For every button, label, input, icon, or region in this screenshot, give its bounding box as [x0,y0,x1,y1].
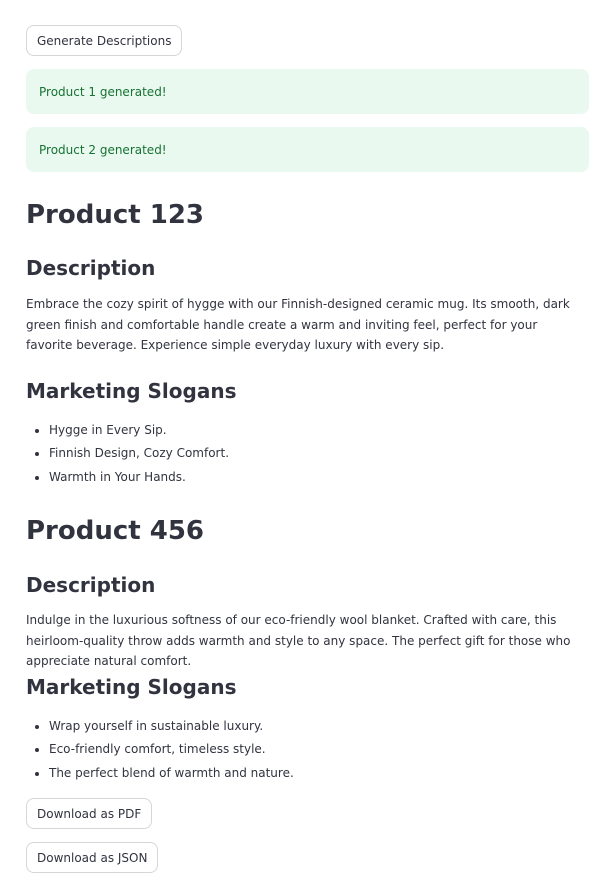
description-heading: Description [26,573,156,597]
list-item: Warmth in Your Hands. [49,466,229,489]
alert-text: Product 2 generated! [39,142,167,157]
download-pdf-button[interactable]: Download as PDF [26,798,153,829]
slogans-heading: Marketing Slogans [26,379,237,403]
success-alert-product-1: Product 1 generated! [26,69,589,114]
slogan-list: Hygge in Every Sip. Finnish Design, Cozy… [26,419,229,489]
slogans-heading: Marketing Slogans [26,675,237,699]
list-item: Eco-friendly comfort, timeless style. [49,738,294,761]
product-description: Embrace the cozy spirit of hygge with ou… [26,297,570,353]
product-title: Product 456 [26,516,205,546]
product-description: Indulge in the luxurious softness of our… [26,613,571,669]
slogan-list: Wrap yourself in sustainable luxury. Eco… [26,715,294,785]
list-item: Finnish Design, Cozy Comfort. [49,442,229,465]
list-item: Hygge in Every Sip. [49,419,229,442]
success-alert-product-2: Product 2 generated! [26,127,589,172]
download-json-button[interactable]: Download as JSON [26,842,159,873]
generate-descriptions-button[interactable]: Generate Descriptions [26,25,183,56]
description-heading: Description [26,256,156,280]
product-title: Product 123 [26,200,205,230]
list-item: Wrap yourself in sustainable luxury. [49,715,294,738]
list-item: The perfect blend of warmth and nature. [49,762,294,785]
alert-text: Product 1 generated! [39,84,167,99]
